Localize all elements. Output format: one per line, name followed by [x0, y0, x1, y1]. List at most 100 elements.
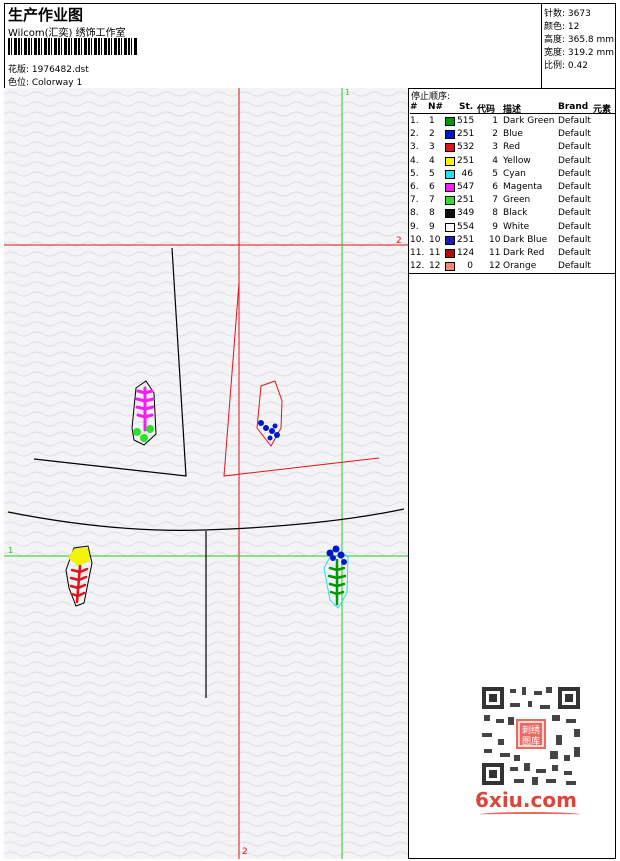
color-swatch [445, 196, 455, 206]
page-title: 生产作业图 [8, 6, 84, 24]
qr-code: 刺绣 图库 [478, 683, 584, 789]
color-description: Black [503, 208, 528, 219]
svg-text:图库: 图库 [522, 735, 540, 747]
red-axis-label-bottom: 2 [242, 847, 248, 857]
stop-row: 6. 6 547 6 Magenta Default [410, 181, 615, 194]
stitch-count-cell: 547 [457, 182, 475, 192]
col-brand: Brand [558, 102, 589, 112]
watermark-site: 6xiu.com [475, 788, 577, 812]
stop-row: 10. 10 251 10 Dark Blue Default [410, 234, 615, 247]
needle-number: 6 [429, 182, 435, 192]
stitch-count-cell: 251 [457, 195, 475, 206]
thread-brand: Default [558, 142, 591, 153]
color-description: Green [503, 195, 531, 206]
watermark-swoosh [480, 812, 580, 817]
barcode [8, 38, 138, 55]
color-swatch [445, 169, 455, 179]
stitch-count-cell: 0 [467, 261, 473, 272]
stop-row: 11. 11 124 11 Dark Red Default [410, 247, 615, 260]
colorway: 色位: Colorway 1 [8, 78, 83, 88]
color-code: 2 [492, 129, 498, 140]
thread-brand: Default [558, 129, 591, 140]
color-description: Red [503, 142, 521, 153]
color-swatch [445, 130, 455, 140]
stitch-count-cell: 124 [457, 248, 475, 258]
thread-brand: Default [558, 248, 591, 258]
color-code: 1 [492, 116, 498, 126]
color-code: 3 [492, 142, 498, 153]
thread-brand: Default [558, 155, 591, 166]
color-swatch [445, 117, 455, 126]
color-swatch [445, 183, 455, 192]
stop-number: 7. [410, 195, 419, 206]
color-swatch [445, 143, 455, 153]
stop-number: 9. [410, 221, 419, 232]
color-description: Blue [503, 129, 523, 140]
stop-number: 10. [410, 234, 425, 245]
color-description: Dark Red [503, 248, 545, 258]
stop-row: 1. 1 515 1 Dark Green Default [410, 115, 615, 128]
red-axis-label-right: 2 [396, 236, 402, 246]
needle-number: 1 [429, 116, 435, 126]
design-preview: 1 2 1 2 [4, 88, 409, 859]
thread-brand: Default [558, 168, 591, 179]
color-code: 4 [492, 155, 498, 166]
stop-row: 8. 8 349 8 Black Default [410, 207, 615, 220]
stitch-count-cell: 554 [457, 221, 475, 232]
color-swatch [445, 156, 455, 166]
thread-brand: Default [558, 182, 591, 192]
stop-number: 4. [410, 155, 419, 166]
color-description: Cyan [503, 168, 526, 179]
scale: 比例: 0.42 [544, 61, 588, 71]
thread-brand: Default [558, 221, 591, 232]
needle-number: 8 [429, 208, 435, 219]
color-code: 12 [489, 261, 501, 272]
color-swatch [445, 262, 455, 272]
needle-number: 11 [429, 248, 441, 258]
stitch-count-cell: 251 [457, 234, 475, 245]
color-swatch [445, 249, 455, 258]
stitch-count-cell: 251 [457, 155, 475, 166]
col-stitches: St. [459, 102, 474, 112]
col-stop: # [410, 102, 418, 112]
green-axis-label-top: 1 [345, 88, 351, 97]
color-description: Yellow [503, 155, 531, 166]
thread-brand: Default [558, 208, 591, 219]
thread-brand: Default [558, 116, 591, 126]
color-description: Dark Green [503, 116, 555, 126]
stop-row: 7. 7 251 7 Green Default [410, 194, 615, 207]
needle-number: 5 [429, 168, 435, 179]
design-width: 宽度: 319.2 mm [544, 48, 615, 58]
stitch-count-cell: 46 [461, 168, 473, 179]
col-needle: N# [428, 102, 444, 112]
stitch-count-cell: 349 [457, 208, 475, 219]
color-code: 7 [492, 195, 498, 206]
thread-brand: Default [558, 195, 591, 206]
color-swatch [445, 209, 455, 219]
color-description: Dark Blue [503, 234, 548, 245]
color-description: White [503, 221, 530, 232]
design-height: 高度: 365.8 mm [544, 35, 615, 45]
stop-number: 5. [410, 168, 419, 179]
stop-row: 9. 9 554 9 White Default [410, 221, 615, 234]
green-axis-label-left: 1 [8, 546, 14, 555]
stop-row: 2. 2 251 2 Blue Default [410, 128, 615, 141]
studio-name: Wilcom(汇奕) 绣饰工作室 [8, 28, 126, 39]
stop-row: 3. 3 532 3 Red Default [410, 141, 615, 154]
color-description: Magenta [503, 182, 543, 192]
stop-number: 3. [410, 142, 419, 153]
needle-number: 9 [429, 221, 435, 232]
background-texture [4, 88, 408, 859]
header-rule [410, 113, 615, 114]
stitch-count-cell: 515 [457, 116, 475, 126]
color-description: Orange [503, 261, 537, 272]
stitch-count-cell: 532 [457, 142, 475, 153]
needle-number: 2 [429, 129, 435, 140]
stop-number: 1. [410, 116, 419, 126]
stop-number: 12. [410, 261, 425, 272]
color-count: 颜色: 12 [544, 22, 580, 32]
color-code: 5 [492, 168, 498, 179]
stop-number: 2. [410, 129, 419, 140]
design-file: 花版: 1976482.dst [8, 65, 89, 75]
thread-brand: Default [558, 234, 591, 245]
